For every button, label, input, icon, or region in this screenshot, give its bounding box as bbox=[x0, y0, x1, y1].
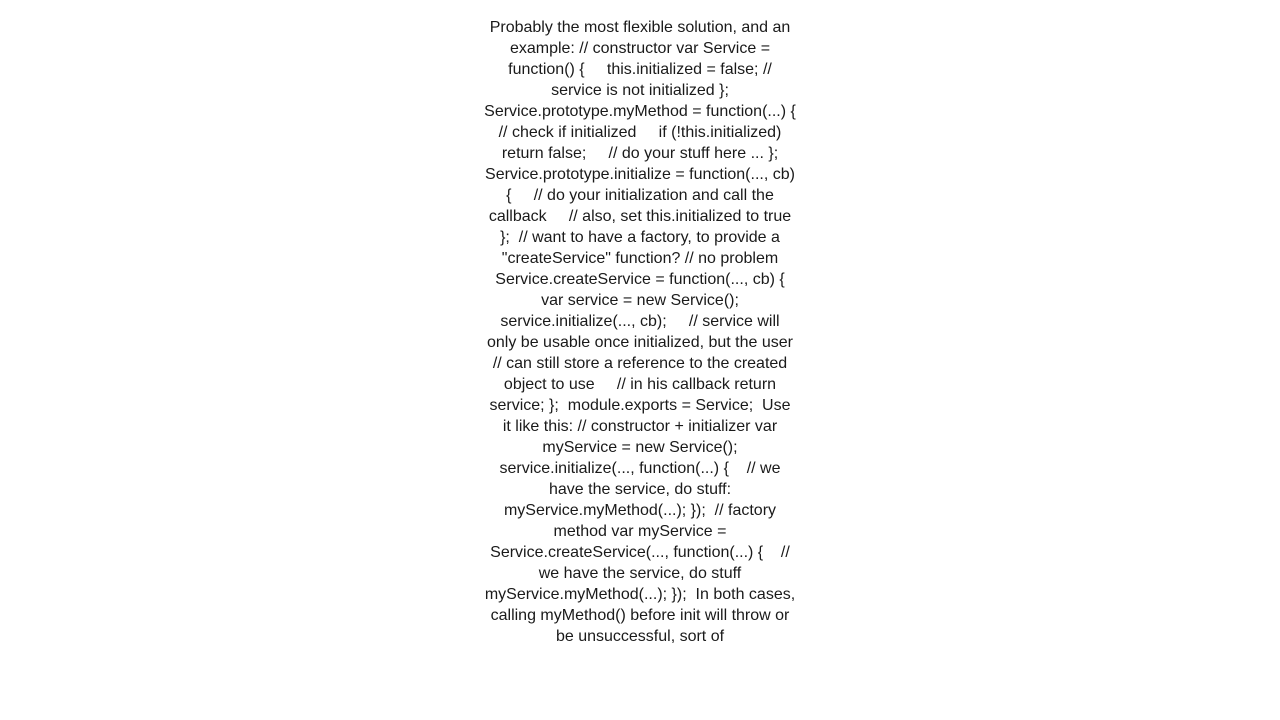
answer-viewport: Probably the most flexible solution, and… bbox=[0, 0, 1280, 720]
answer-body-text: Probably the most flexible solution, and… bbox=[484, 19, 819, 645]
answer-post-body: Probably the most flexible solution, and… bbox=[484, 0, 796, 689]
